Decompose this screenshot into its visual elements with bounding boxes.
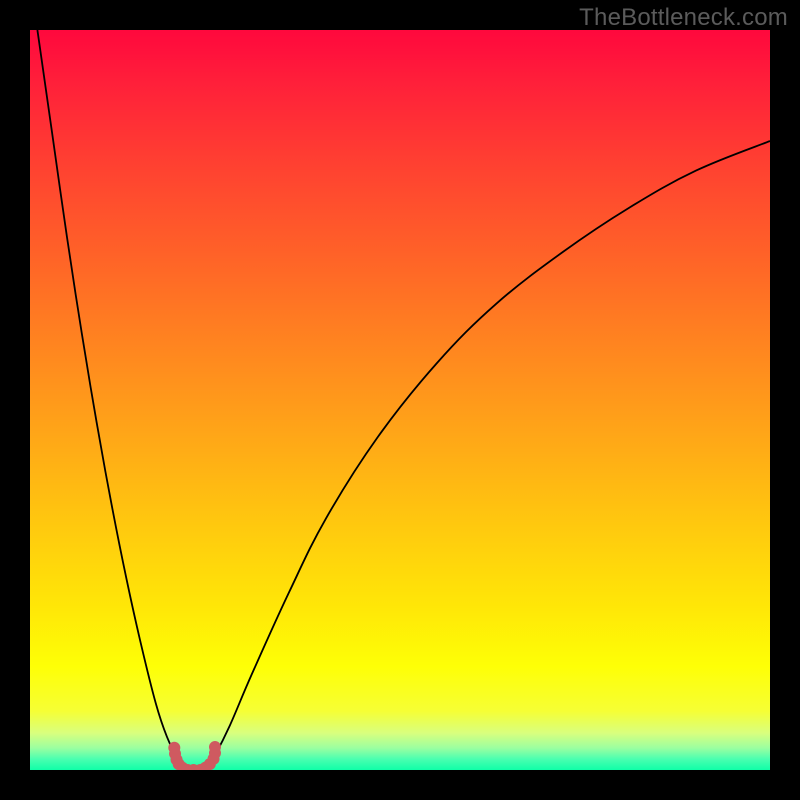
chart-frame: TheBottleneck.com — [0, 0, 800, 800]
chart-svg — [30, 30, 770, 770]
curve-left — [37, 30, 192, 770]
marker-dot — [209, 741, 221, 753]
marker-layer — [168, 741, 221, 770]
plot-area — [30, 30, 770, 770]
curve-right — [200, 141, 770, 770]
attribution-label: TheBottleneck.com — [579, 4, 788, 32]
